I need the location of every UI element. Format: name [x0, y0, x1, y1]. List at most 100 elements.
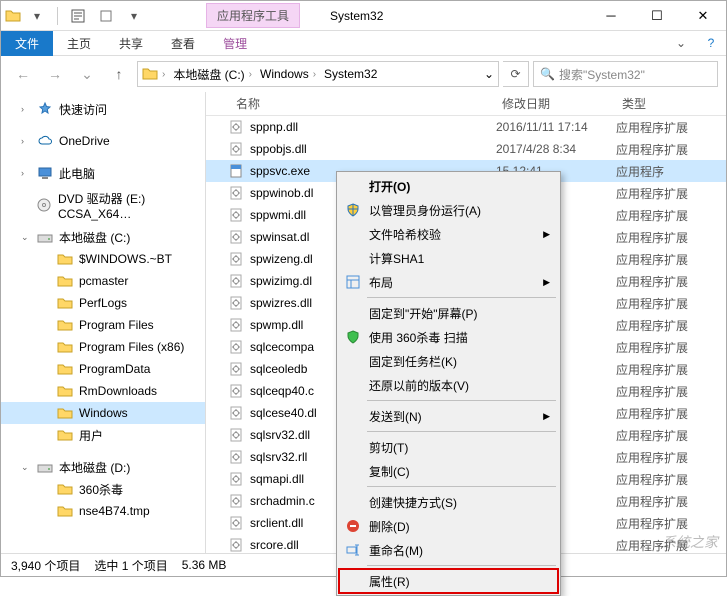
nav-folder[interactable]: $WINDOWS.~BT: [1, 248, 205, 270]
nav-folder[interactable]: 360杀毒: [1, 478, 205, 500]
submenu-arrow-icon: ▶: [543, 277, 550, 288]
dll-icon: [228, 427, 244, 443]
nav-folder[interactable]: 用户: [1, 424, 205, 446]
360-icon: [345, 330, 361, 344]
file-row[interactable]: sppnp.dll 2016/11/11 17:14 应用程序扩展: [206, 116, 726, 138]
nav-folder[interactable]: PerfLogs: [1, 292, 205, 314]
tab-share[interactable]: 共享: [105, 31, 157, 56]
qat-dropdown-2[interactable]: ▾: [122, 5, 146, 27]
submenu-arrow-icon: ▶: [543, 229, 550, 240]
delete-icon: [345, 519, 361, 533]
contextual-tab-label: 应用程序工具: [206, 3, 300, 28]
layout-icon: [345, 275, 361, 289]
window-title: System32: [330, 9, 383, 23]
minimize-button[interactable]: ─: [588, 1, 634, 30]
nav-folder[interactable]: Windows: [1, 402, 205, 424]
folder-icon: [142, 66, 158, 82]
nav-folder[interactable]: Program Files (x86): [1, 336, 205, 358]
dll-icon: [228, 449, 244, 465]
title-bar: ▾ ▾ 应用程序工具 System32 ─ ☐ ✕: [1, 1, 726, 31]
status-count: 3,940 个项目: [11, 557, 80, 574]
dll-icon: [228, 295, 244, 311]
nav-up[interactable]: ↑: [105, 60, 133, 88]
dll-icon: [228, 361, 244, 377]
dll-icon: [228, 207, 244, 223]
breadcrumb[interactable]: System32: [320, 62, 381, 86]
address-bar[interactable]: › 本地磁盘 (C:)› Windows› System32 ⌄: [137, 61, 499, 87]
menu-item[interactable]: 文件哈希校验 ▶: [339, 222, 558, 246]
file-row[interactable]: sppobjs.dll 2017/4/28 8:34 应用程序扩展: [206, 138, 726, 160]
menu-item[interactable]: 发送到(N) ▶: [339, 404, 558, 428]
nav-folder[interactable]: nse4B74.tmp: [1, 500, 205, 522]
nav-quick-access[interactable]: ›快速访问: [1, 98, 205, 120]
tab-manage[interactable]: 管理: [209, 31, 261, 56]
column-headers[interactable]: 名称 修改日期 类型: [206, 92, 726, 116]
col-name: 名称: [206, 95, 496, 112]
menu-item[interactable]: 还原以前的版本(V): [339, 373, 558, 397]
menu-separator: [367, 431, 556, 432]
nav-onedrive[interactable]: ›OneDrive: [1, 130, 205, 152]
dll-icon: [228, 251, 244, 267]
menu-item[interactable]: 打开(O): [339, 174, 558, 198]
qat-new-folder[interactable]: [94, 5, 118, 27]
nav-folder[interactable]: pcmaster: [1, 270, 205, 292]
menu-item[interactable]: 创建快捷方式(S): [339, 490, 558, 514]
breadcrumb[interactable]: Windows›: [256, 62, 320, 86]
menu-item[interactable]: 属性(R): [339, 569, 558, 593]
dll-icon: [228, 141, 244, 157]
ribbon-expand[interactable]: ⌄: [666, 36, 696, 50]
dll-icon: [228, 229, 244, 245]
tab-view[interactable]: 查看: [157, 31, 209, 56]
nav-this-pc[interactable]: ›此电脑: [1, 162, 205, 184]
submenu-arrow-icon: ▶: [543, 411, 550, 422]
dll-icon: [228, 537, 244, 553]
nav-drive-d[interactable]: ⌄本地磁盘 (D:): [1, 456, 205, 478]
menu-item[interactable]: 固定到"开始"屏幕(P): [339, 301, 558, 325]
tab-home[interactable]: 主页: [53, 31, 105, 56]
menu-item[interactable]: 固定到任务栏(K): [339, 349, 558, 373]
nav-dvd[interactable]: DVD 驱动器 (E:) CCSA_X64…: [1, 194, 205, 216]
qat-dropdown[interactable]: ▾: [25, 5, 49, 27]
menu-item[interactable]: 重命名(M): [339, 538, 558, 562]
menu-item[interactable]: 剪切(T): [339, 435, 558, 459]
ribbon: 文件 主页 共享 查看 管理 ⌄ ?: [1, 31, 726, 56]
addr-dropdown[interactable]: ⌄: [484, 67, 494, 81]
nav-folder[interactable]: RmDownloads: [1, 380, 205, 402]
watermark: 系统之家: [662, 532, 718, 552]
nav-folder[interactable]: ProgramData: [1, 358, 205, 380]
maximize-button[interactable]: ☐: [634, 1, 680, 30]
nav-back[interactable]: ←: [9, 60, 37, 88]
menu-item[interactable]: 复制(C): [339, 459, 558, 483]
dll-icon: [228, 515, 244, 531]
menu-item[interactable]: 使用 360杀毒 扫描: [339, 325, 558, 349]
navigation-pane[interactable]: ›快速访问 ›OneDrive ›此电脑 DVD 驱动器 (E:) CCSA_X64……: [1, 92, 206, 553]
menu-separator: [367, 565, 556, 566]
menu-item[interactable]: 以管理员身份运行(A): [339, 198, 558, 222]
menu-separator: [367, 400, 556, 401]
ribbon-help[interactable]: ?: [696, 36, 726, 50]
qat-properties[interactable]: [66, 5, 90, 27]
menu-separator: [367, 297, 556, 298]
search-icon: 🔍: [540, 67, 555, 81]
status-size: 5.36 MB: [182, 558, 227, 572]
nav-folder[interactable]: Program Files: [1, 314, 205, 336]
menu-item[interactable]: 布局 ▶: [339, 270, 558, 294]
nav-recent-dropdown[interactable]: ⌄: [73, 60, 101, 88]
close-button[interactable]: ✕: [680, 1, 726, 30]
refresh-button[interactable]: ⟳: [503, 61, 529, 87]
search-input[interactable]: 🔍 搜索"System32": [533, 61, 718, 87]
nav-forward[interactable]: →: [41, 60, 69, 88]
menu-separator: [367, 486, 556, 487]
breadcrumb[interactable]: 本地磁盘 (C:)›: [169, 62, 256, 86]
context-menu: 打开(O) 以管理员身份运行(A) 文件哈希校验 ▶ 计算SHA1 布局 ▶ 固…: [336, 171, 561, 596]
dll-icon: [228, 383, 244, 399]
tab-file[interactable]: 文件: [1, 31, 53, 56]
menu-item[interactable]: 计算SHA1: [339, 246, 558, 270]
status-selection: 选中 1 个项目: [94, 557, 167, 574]
dll-icon: [228, 339, 244, 355]
dll-icon: [228, 185, 244, 201]
dll-icon: [228, 405, 244, 421]
exe-icon: [228, 163, 244, 179]
menu-item[interactable]: 删除(D): [339, 514, 558, 538]
nav-drive-c[interactable]: ⌄本地磁盘 (C:): [1, 226, 205, 248]
